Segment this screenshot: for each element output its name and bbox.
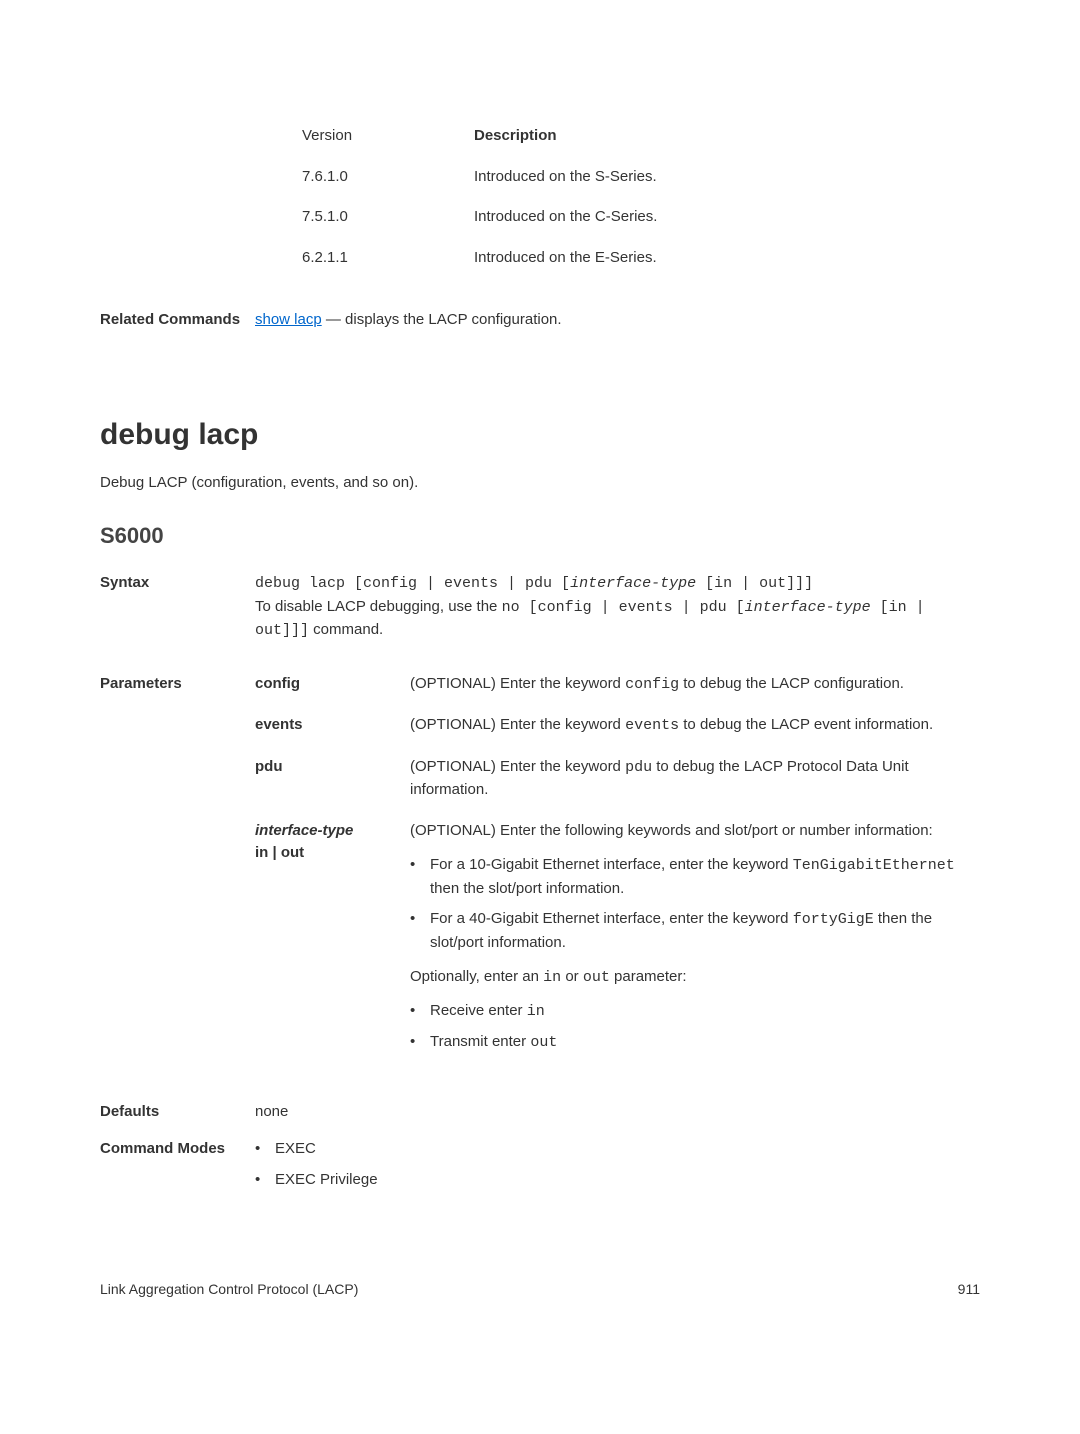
syntax-post: [in | out]]]	[696, 575, 813, 592]
defaults-section: Defaults none	[100, 1101, 980, 1124]
optional-text: Optionally, enter an in or out parameter…	[410, 966, 980, 990]
syntax-label: Syntax	[100, 572, 255, 643]
footer-left: Link Aggregation Control Protocol (LACP)	[100, 1279, 358, 1300]
param-row: pdu (OPTIONAL) Enter the keyword pdu to …	[255, 756, 980, 802]
optional-bullets: Receive enter in Transmit enter out	[410, 1000, 980, 1055]
list-item: EXEC Privilege	[255, 1169, 980, 1192]
table-row: 7.5.1.0 Introduced on the C-Series.	[302, 198, 657, 237]
show-lacp-link[interactable]: show lacp	[255, 311, 322, 328]
syntax-nopre: To disable LACP debugging, use the	[255, 598, 502, 615]
related-commands: Related Commands show lacp — displays th…	[100, 309, 980, 332]
command-modes-section: Command Modes EXEC EXEC Privilege	[100, 1138, 980, 1199]
table-row: 7.6.1.0 Introduced on the S-Series.	[302, 158, 657, 197]
command-description: Debug LACP (configuration, events, and s…	[100, 472, 980, 495]
syntax-it: interface-type	[570, 575, 696, 592]
parameters-section: Parameters config (OPTIONAL) Enter the k…	[100, 673, 980, 1081]
related-label: Related Commands	[100, 309, 255, 332]
param-name-events: events	[255, 714, 410, 738]
param-row: events (OPTIONAL) Enter the keyword even…	[255, 714, 980, 738]
list-item: For a 10-Gigabit Ethernet interface, ent…	[410, 854, 980, 900]
syntax-nocode: no [config | events | pdu [	[502, 599, 745, 616]
version-table: Version Description 7.6.1.0 Introduced o…	[300, 115, 659, 279]
footer-right: 911	[958, 1279, 980, 1300]
parameters-label: Parameters	[100, 673, 255, 1081]
command-title: debug lacp	[100, 412, 980, 457]
page-footer: Link Aggregation Control Protocol (LACP)…	[100, 1279, 980, 1300]
param-row: interface-type in | out (OPTIONAL) Enter…	[255, 820, 980, 1063]
modes-bullets: EXEC EXEC Privilege	[255, 1138, 980, 1191]
syntax-noit: interface-type	[745, 599, 871, 616]
list-item: For a 40-Gigabit Ethernet interface, ent…	[410, 908, 980, 954]
description-header: Description	[474, 117, 657, 156]
defaults-value: none	[255, 1101, 980, 1124]
list-item: EXEC	[255, 1138, 980, 1161]
param-row: config (OPTIONAL) Enter the keyword conf…	[255, 673, 980, 697]
param-name-interface: interface-type in | out	[255, 820, 410, 1063]
modes-label: Command Modes	[100, 1138, 255, 1199]
list-item: Receive enter in	[410, 1000, 980, 1024]
interface-bullets: For a 10-Gigabit Ethernet interface, ent…	[410, 854, 980, 954]
syntax-nopost: command.	[309, 621, 383, 638]
param-name-pdu: pdu	[255, 756, 410, 802]
model-heading: S6000	[100, 519, 980, 552]
list-item: Transmit enter out	[410, 1031, 980, 1055]
version-header: Version	[302, 117, 472, 156]
interface-desc: (OPTIONAL) Enter the following keywords …	[410, 820, 980, 843]
defaults-label: Defaults	[100, 1101, 255, 1124]
syntax-pre: debug lacp [config | events | pdu [	[255, 575, 570, 592]
related-rest: — displays the LACP configuration.	[322, 311, 562, 328]
param-name-config: config	[255, 673, 410, 697]
syntax-section: Syntax debug lacp [config | events | pdu…	[100, 572, 980, 643]
table-row: 6.2.1.1 Introduced on the E-Series.	[302, 239, 657, 278]
